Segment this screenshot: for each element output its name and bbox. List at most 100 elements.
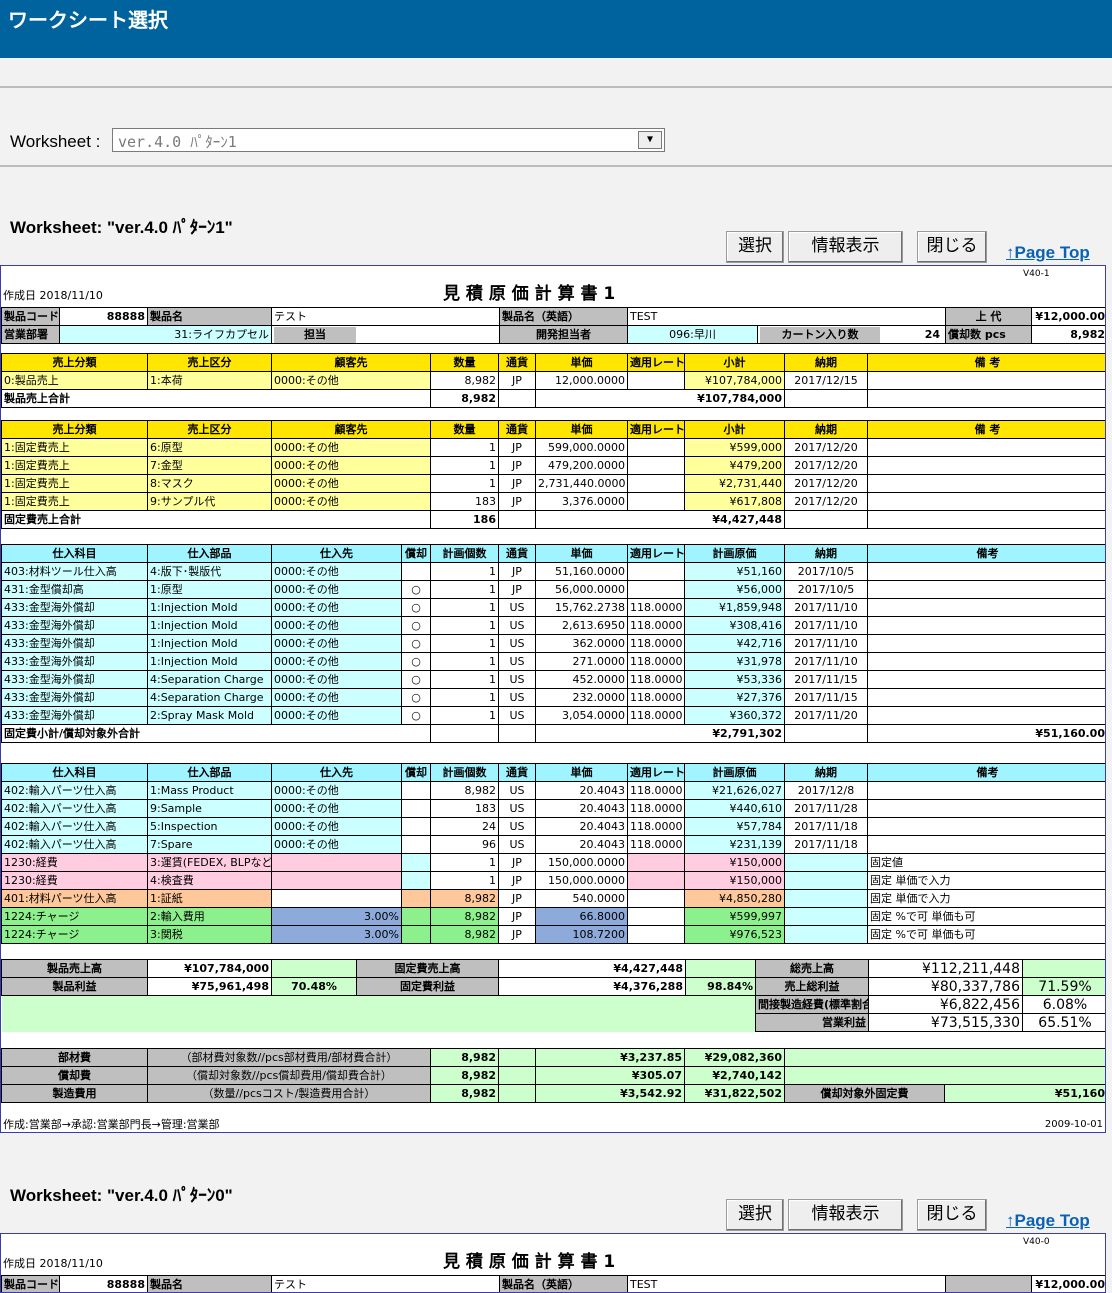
table-cell: 20.4043 bbox=[536, 818, 628, 836]
dev-value: 096:早川 bbox=[628, 326, 758, 344]
column-header: 仕入先 bbox=[272, 545, 402, 563]
table-cell: 118.0000 bbox=[628, 707, 685, 725]
table-cell: 431:金型償却高 bbox=[2, 581, 148, 599]
table-cell: 2017/12/15 bbox=[785, 372, 868, 390]
version-label: V40-0 bbox=[1021, 1234, 1052, 1250]
table-cell: 2017/11/15 bbox=[785, 689, 868, 707]
table-cell: ¥231,139 bbox=[685, 836, 785, 854]
table-cell: 8,982 bbox=[431, 782, 499, 800]
table-cell: 433:金型海外償却 bbox=[2, 617, 148, 635]
column-header: 小計 bbox=[685, 354, 785, 372]
table-row: 433:金型海外償却1:Injection Mold0000:その他○1US36… bbox=[2, 635, 1107, 653]
table-cell: 96 bbox=[431, 836, 499, 854]
worksheet-select[interactable]: ver.4.0 ﾊﾟﾀｰﾝ1 ▼ bbox=[112, 128, 665, 152]
code-label: 製品コード bbox=[2, 308, 60, 326]
table-cell: ○ bbox=[402, 599, 431, 617]
column-header: 売上区分 bbox=[148, 421, 272, 439]
table-cell: 固定 %で可 単価も可 bbox=[868, 926, 1107, 944]
table-cell: JP bbox=[499, 372, 536, 390]
page-top-link[interactable]: ↑Page Top bbox=[1006, 1211, 1090, 1231]
table-cell: 433:金型海外償却 bbox=[2, 707, 148, 725]
table-cell: ○ bbox=[402, 653, 431, 671]
purchase-fixed-total-amount: ¥2,791,302 bbox=[536, 725, 785, 743]
table-cell: 118.0000 bbox=[628, 617, 685, 635]
table-cell: 6:原型 bbox=[148, 439, 272, 457]
table-cell: ¥107,784,000 bbox=[685, 372, 785, 390]
table-cell: 433:金型海外償却 bbox=[2, 653, 148, 671]
table-row: 433:金型海外償却1:Injection Mold0000:その他○1US2,… bbox=[2, 617, 1107, 635]
table-row: 1224:チャージ2:輸入費用3.00%8,982JP66.8000¥599,9… bbox=[2, 908, 1107, 926]
table-cell: 1 bbox=[431, 563, 499, 581]
table-cell: 540.0000 bbox=[536, 890, 628, 908]
gross-profit-pct: 71.59% bbox=[1023, 978, 1107, 996]
divider bbox=[0, 165, 1112, 167]
window-title: ワークシート選択 bbox=[0, 0, 1112, 58]
chevron-down-icon[interactable]: ▼ bbox=[638, 131, 662, 149]
table-row: 1:固定費売上6:原型0000:その他1JP599,000.0000¥599,0… bbox=[2, 439, 1107, 457]
column-header: 備 考 bbox=[868, 421, 1107, 439]
table-cell: US bbox=[499, 635, 536, 653]
table-cell bbox=[628, 890, 685, 908]
select-button[interactable]: 選択 bbox=[726, 1199, 784, 1231]
column-header: 備考 bbox=[868, 764, 1107, 782]
close-button[interactable]: 閉じる bbox=[917, 1199, 987, 1231]
table-cell: ○ bbox=[402, 707, 431, 725]
table-cell bbox=[628, 493, 685, 511]
column-header: 償却 bbox=[402, 764, 431, 782]
table-cell: 0000:その他 bbox=[272, 581, 402, 599]
table-row: 1:固定費売上8:マスク0000:その他1JP2,731,440.0000¥2,… bbox=[2, 475, 1107, 493]
product-info-table: 製品コード 88888 製品名 テスト 製品名（英語） TEST 上 代 ¥12… bbox=[1, 307, 1106, 344]
info-button[interactable]: 情報表示 bbox=[788, 1199, 903, 1231]
table-cell: 固定 単価で入力 bbox=[868, 872, 1107, 890]
table-row: 402:輸入パーツ仕入高9:Sample0000:その他183US20.4043… bbox=[2, 800, 1107, 818]
table-cell: 150,000.0000 bbox=[536, 854, 628, 872]
table-cell: ○ bbox=[402, 581, 431, 599]
page-top-link[interactable]: ↑Page Top bbox=[1006, 243, 1090, 263]
table-cell: 2017/11/10 bbox=[785, 599, 868, 617]
table-cell: 1:証紙 bbox=[148, 890, 272, 908]
column-header: 備考 bbox=[868, 545, 1107, 563]
worksheet-title: Worksheet: "ver.4.0 ﾊﾟﾀｰﾝ1" bbox=[10, 213, 233, 238]
table-cell: 0000:その他 bbox=[272, 563, 402, 581]
table-cell bbox=[868, 653, 1107, 671]
cost-desc: （部材費対象数//pcs部材費用/部材費合計） bbox=[148, 1049, 431, 1067]
table-cell: JP bbox=[499, 908, 536, 926]
fixed-profit-label: 固定費利益 bbox=[357, 978, 499, 996]
select-button[interactable]: 選択 bbox=[726, 231, 784, 263]
table-cell: JP bbox=[499, 581, 536, 599]
table-cell: 0000:その他 bbox=[272, 800, 402, 818]
table-cell bbox=[868, 457, 1107, 475]
table-cell: 8,982 bbox=[431, 372, 499, 390]
table-cell: 2017/11/20 bbox=[785, 707, 868, 725]
table-row: 402:輸入パーツ仕入高1:Mass Product0000:その他8,982U… bbox=[2, 782, 1107, 800]
table-cell: JP bbox=[499, 890, 536, 908]
table-cell: 20.4043 bbox=[536, 800, 628, 818]
close-button[interactable]: 閉じる bbox=[917, 231, 987, 263]
column-header: 計画個数 bbox=[431, 545, 499, 563]
ename-value: TEST bbox=[628, 1276, 946, 1293]
info-button[interactable]: 情報表示 bbox=[788, 231, 903, 263]
column-header: 適用レート bbox=[628, 421, 685, 439]
table-cell bbox=[272, 872, 402, 890]
cost-label: 償却費 bbox=[2, 1067, 148, 1085]
table-cell: 固定値 bbox=[868, 854, 1107, 872]
table-cell bbox=[785, 926, 868, 944]
table-cell: 8,982 bbox=[431, 890, 499, 908]
purchase-variable-table: 仕入科目仕入部品仕入先償却計画個数通貨単価適用レート計画原価納期備考 402:輸… bbox=[1, 763, 1106, 944]
document-title: 見 積 原 価 計 算 書 1 bbox=[441, 283, 617, 305]
product-info-table: 製品コード 88888 製品名 テスト 製品名（英語） TEST ¥12,000… bbox=[1, 1275, 1106, 1293]
table-cell: 3.00% bbox=[272, 908, 402, 926]
table-cell: 1224:チャージ bbox=[2, 908, 148, 926]
table-cell bbox=[402, 800, 431, 818]
table-cell: 4:検査費 bbox=[148, 872, 272, 890]
created-date: 作成日 2018/11/10 bbox=[1, 1256, 105, 1272]
table-cell: JP bbox=[499, 926, 536, 944]
table-cell: JP bbox=[499, 493, 536, 511]
table-cell: 2017/10/5 bbox=[785, 581, 868, 599]
table-cell: 2:Spray Mask Mold bbox=[148, 707, 272, 725]
table-cell: 0000:その他 bbox=[272, 689, 402, 707]
table-cell bbox=[402, 908, 431, 926]
table-cell: 403:材料ツール仕入高 bbox=[2, 563, 148, 581]
table-cell: US bbox=[499, 617, 536, 635]
table-cell: JP bbox=[499, 854, 536, 872]
